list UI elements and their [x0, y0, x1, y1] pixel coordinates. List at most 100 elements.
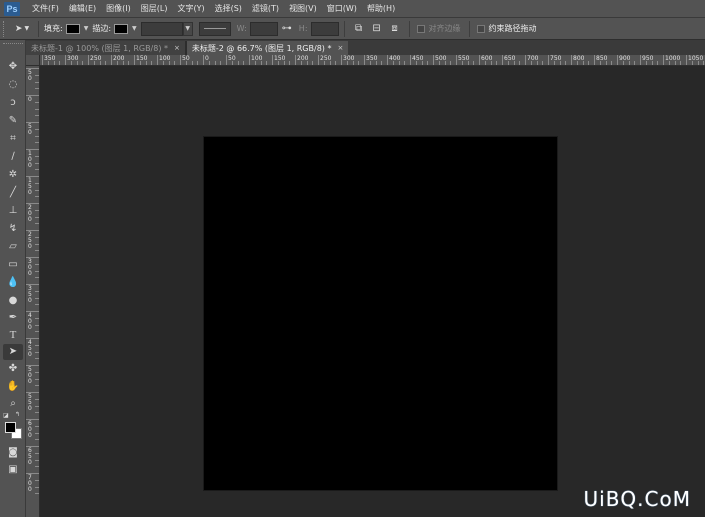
ruler-minor-tick — [542, 61, 544, 65]
ruler-minor-tick — [473, 61, 475, 65]
menu-file[interactable]: 文件(F) — [32, 3, 59, 14]
ruler-minor-tick — [312, 61, 314, 65]
options-grip[interactable] — [3, 20, 6, 37]
path-arrangement-icon[interactable]: ⧈ — [386, 21, 404, 37]
quick-selection-tool-icon[interactable]: ✎ — [3, 113, 23, 129]
ruler-origin[interactable] — [26, 55, 40, 66]
ruler-minor-tick — [35, 236, 39, 238]
custom-shape-tool-icon[interactable]: ✤ — [3, 361, 23, 377]
ruler-major-tick — [249, 55, 250, 65]
close-icon[interactable]: × — [337, 44, 343, 52]
default-colors-icon[interactable]: ◪ — [3, 412, 9, 419]
path-selection-icon: ➤ — [14, 23, 23, 34]
ruler-label-char: 0 — [28, 129, 32, 136]
ruler-minor-tick — [260, 61, 262, 65]
ruler-minor-tick — [611, 61, 613, 65]
crop-tool-icon[interactable]: ⌗ — [3, 131, 23, 147]
path-operations-icon[interactable]: ⧉ — [350, 21, 368, 37]
document-workspace[interactable] — [40, 66, 705, 517]
menu-image[interactable]: 图像(I) — [106, 3, 131, 14]
fill-swatch[interactable] — [65, 23, 80, 34]
vertical-ruler[interactable]: 5005010015020025030035040045050055060065… — [26, 66, 40, 517]
separator — [408, 20, 410, 37]
chevron-down-icon[interactable]: ▼ — [84, 25, 89, 32]
ruler-minor-tick — [576, 61, 578, 65]
toolbar-grip[interactable] — [3, 43, 23, 47]
ruler-minor-tick — [208, 61, 210, 65]
ruler-major-tick — [88, 55, 89, 65]
stroke-width-dropdown[interactable]: ▼ — [182, 21, 193, 36]
menu-select[interactable]: 选择(S) — [215, 3, 242, 14]
constrain-path-checkbox[interactable] — [476, 24, 485, 33]
move-tool-icon[interactable]: ✥ — [3, 59, 23, 75]
dodge-tool-icon[interactable]: ● — [3, 293, 23, 309]
hand-tool-icon[interactable]: ✋ — [3, 379, 23, 395]
history-brush-tool-icon[interactable]: ↯ — [3, 221, 23, 237]
menu-filter[interactable]: 滤镜(T) — [252, 3, 279, 14]
menu-type[interactable]: 文字(Y) — [177, 3, 204, 14]
ruler-minor-tick — [444, 61, 446, 65]
menu-edit[interactable]: 编辑(E) — [69, 3, 96, 14]
type-tool-icon[interactable]: T — [3, 327, 23, 343]
ruler-minor-tick — [93, 61, 95, 65]
ruler-minor-tick — [415, 61, 417, 65]
pen-tool-icon[interactable]: ✒ — [3, 310, 23, 326]
align-edges-checkbox[interactable] — [416, 24, 425, 33]
stroke-swatch[interactable] — [114, 23, 129, 34]
path-alignment-icon[interactable]: ⊟ — [368, 21, 386, 37]
link-icon[interactable]: ⊶ — [278, 21, 296, 37]
gradient-tool-icon[interactable]: ▭ — [3, 257, 23, 273]
foreground-color-swatch[interactable] — [5, 422, 16, 433]
ruler-major-tick — [479, 55, 480, 65]
horizontal-ruler[interactable]: 350 300 250 200 150 100 50 0 50 100 150 200 250 300 35… — [40, 55, 705, 66]
marquee-tool-icon[interactable]: ◌ — [3, 77, 23, 93]
ruler-minor-tick — [266, 61, 268, 65]
ruler-label-char: 0 — [28, 216, 32, 223]
ruler-minor-tick — [35, 263, 39, 265]
path-selection-tool-icon[interactable]: ➤ — [3, 344, 23, 360]
chevron-down-icon[interactable]: ▼ — [132, 25, 137, 32]
ruler-minor-tick — [697, 61, 699, 65]
height-field[interactable] — [310, 21, 339, 36]
menu-layer[interactable]: 图层(L) — [141, 3, 168, 14]
ruler-major-tick — [548, 55, 549, 65]
eraser-tool-icon[interactable]: ▱ — [3, 239, 23, 255]
brush-tool-icon[interactable]: ╱ — [3, 185, 23, 201]
document-canvas[interactable] — [204, 137, 557, 490]
menu-help[interactable]: 帮助(H) — [367, 3, 395, 14]
separator — [468, 20, 470, 37]
ruler-major-tick — [502, 55, 503, 65]
healing-brush-tool-icon[interactable]: ✲ — [3, 167, 23, 183]
menu-view[interactable]: 视图(V) — [289, 3, 317, 14]
ruler-minor-tick — [375, 61, 377, 65]
ruler-minor-tick — [335, 61, 337, 65]
quick-mask-icon[interactable]: ◙ — [3, 445, 23, 461]
zoom-tool-icon[interactable]: ⌕ — [3, 396, 23, 412]
separator — [38, 20, 39, 37]
tab-document-2[interactable]: 未标题-2 @ 66.7% (图层 1, RGB/8) * × — [185, 41, 349, 55]
blur-tool-icon[interactable]: 💧 — [3, 275, 23, 291]
eyedropper-tool-icon[interactable]: ∕ — [3, 149, 23, 165]
screen-mode-icon[interactable]: ▣ — [3, 462, 23, 478]
lasso-tool-icon[interactable]: ↄ — [3, 95, 23, 111]
ruler-major-tick — [663, 55, 664, 65]
width-field[interactable] — [249, 21, 278, 36]
close-icon[interactable]: × — [174, 44, 180, 52]
stroke-type-dropdown[interactable] — [198, 21, 231, 36]
swap-colors-icon[interactable]: ↰ — [15, 411, 20, 418]
ruler-minor-tick — [162, 61, 164, 65]
ruler-minor-tick — [197, 61, 199, 65]
ruler-minor-tick — [289, 61, 291, 65]
menu-window[interactable]: 窗口(W) — [327, 3, 357, 14]
ruler-minor-tick — [461, 61, 463, 65]
tab-document-1[interactable]: 未标题-1 @ 100% (图层 1, RGB/8) * × — [26, 41, 186, 55]
ruler-minor-tick — [599, 61, 601, 65]
stroke-line-icon — [203, 28, 226, 29]
ruler-major-tick — [42, 55, 43, 65]
ruler-major-tick — [341, 55, 342, 65]
stroke-width-field[interactable] — [140, 21, 183, 36]
ruler-label-char: 0 — [28, 96, 32, 103]
clone-stamp-tool-icon[interactable]: ⊥ — [3, 203, 23, 219]
tool-preset-picker[interactable]: ➤ ▼ — [11, 21, 33, 37]
ruler-minor-tick — [283, 61, 285, 65]
